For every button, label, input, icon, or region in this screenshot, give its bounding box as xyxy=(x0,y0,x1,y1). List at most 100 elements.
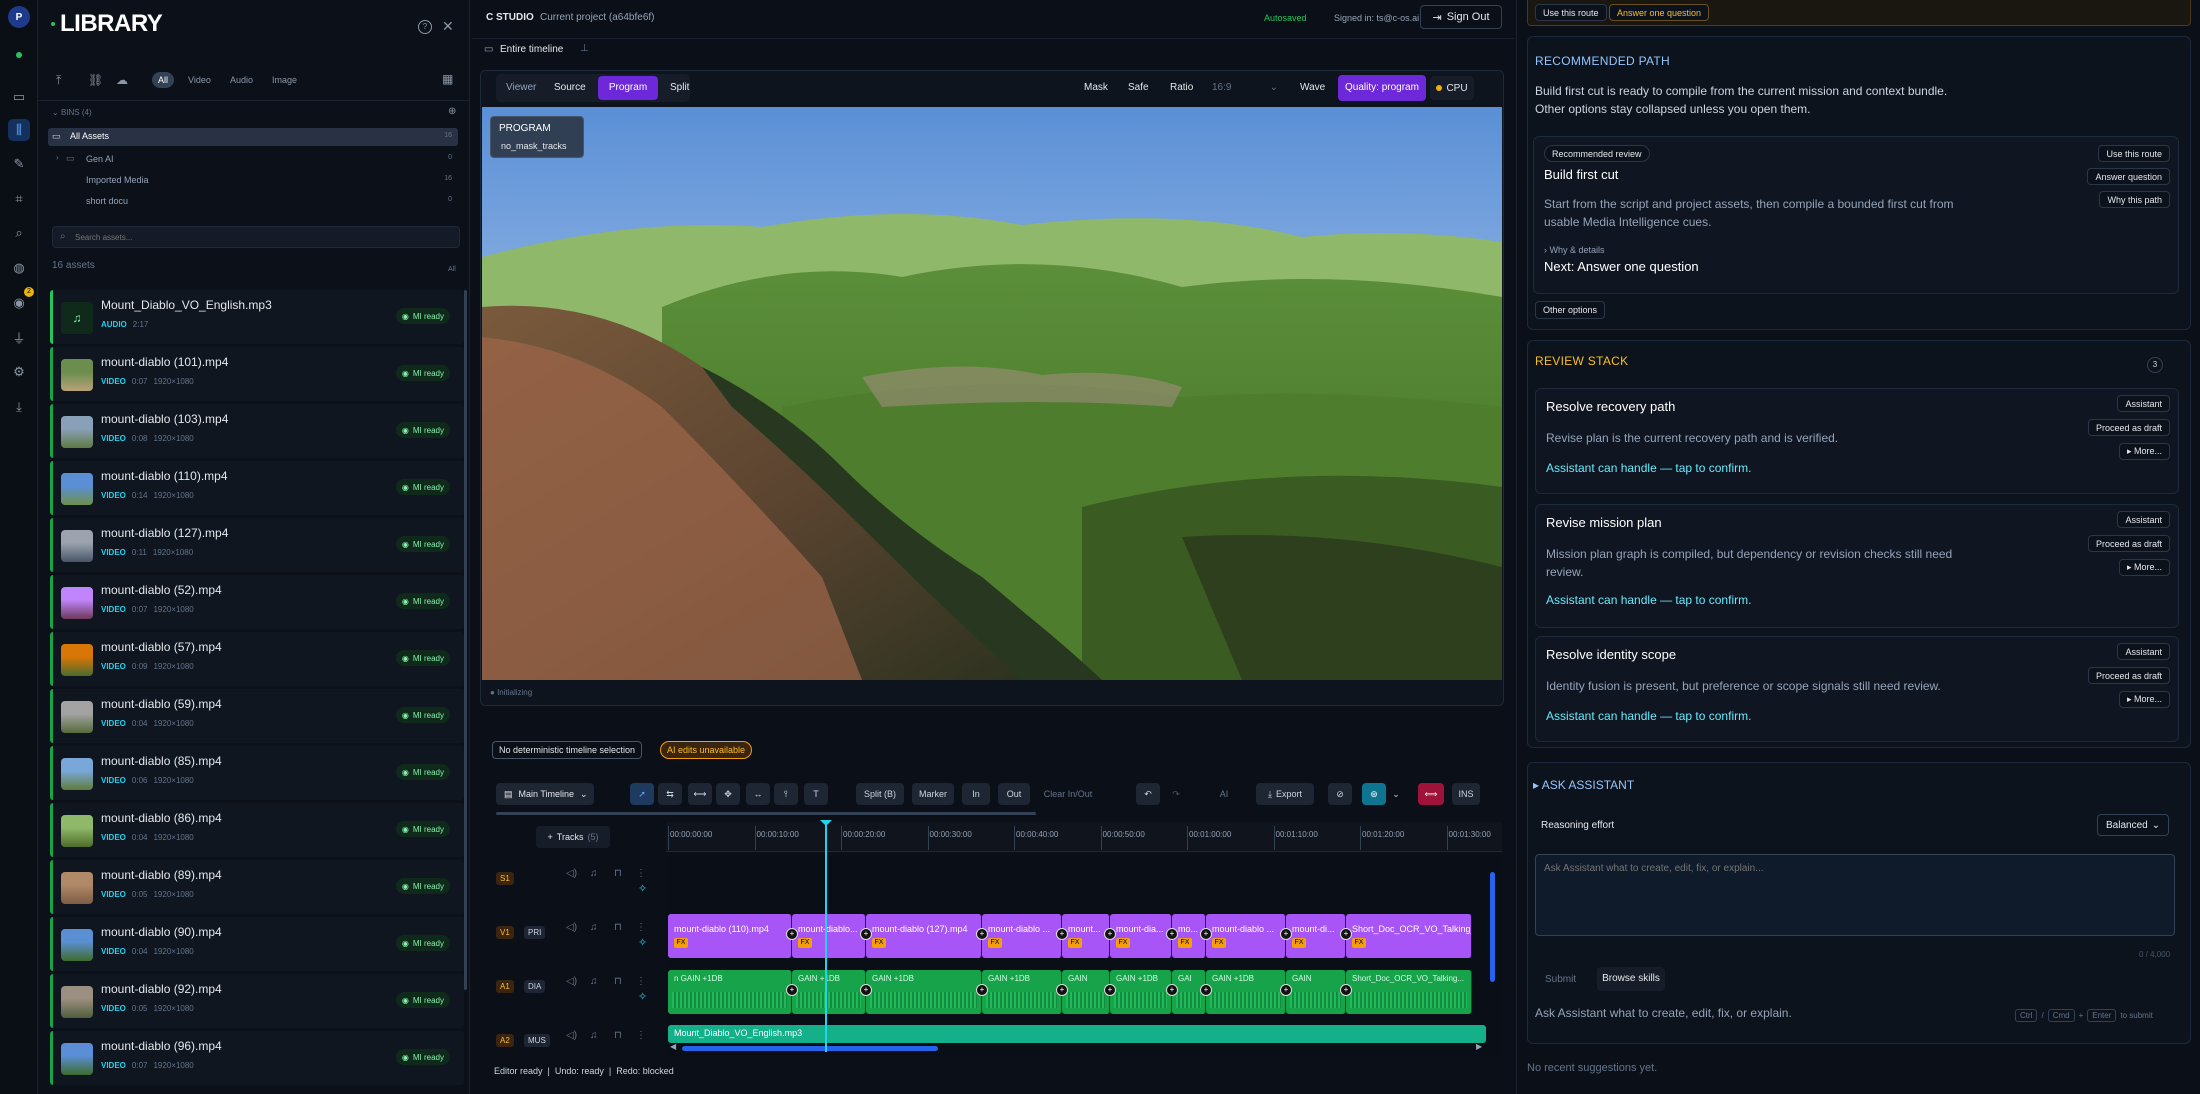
asset-item[interactable]: mount-diablo (92).mp4 VIDEO 0:05 1920×1080 ◉… xyxy=(50,974,464,1028)
use-route-button[interactable]: Use this route xyxy=(2098,145,2170,162)
speaker-icon[interactable]: ◁) xyxy=(566,1030,577,1041)
wave-button[interactable]: Wave xyxy=(1300,82,1325,93)
answer-question-top-button[interactable]: Answer one question xyxy=(1609,4,1710,21)
split-button[interactable]: Split (B) xyxy=(856,783,904,805)
asset-item[interactable]: mount-diablo (57).mp4 VIDEO 0:09 1920×1080 ◉… xyxy=(50,632,464,686)
review-action[interactable]: Assistant can handle — tap to confirm. xyxy=(1546,461,1751,475)
ask-input[interactable] xyxy=(1535,854,2175,936)
filter-audio[interactable]: Audio xyxy=(230,75,253,85)
proceed-draft-button[interactable]: Proceed as draft xyxy=(2087,667,2170,684)
video-clip[interactable]: mount-dia... FX xyxy=(1110,914,1172,958)
proceed-draft-button[interactable]: Proceed as draft xyxy=(2087,535,2170,552)
filter-video[interactable]: Video xyxy=(188,75,211,85)
program-monitor-image[interactable] xyxy=(482,107,1502,680)
transition-handle-icon[interactable]: + xyxy=(1056,984,1068,996)
tab-source[interactable]: Source xyxy=(554,82,586,93)
review-item[interactable]: Resolve identity scope Identity fusion is… xyxy=(1535,636,2179,742)
asset-item[interactable]: mount-diablo (110).mp4 VIDEO 0:14 1920×1080… xyxy=(50,461,464,515)
speaker-icon[interactable]: ◁) xyxy=(566,922,577,933)
select-tool-icon[interactable]: ➚ xyxy=(630,783,654,805)
more-button[interactable]: ▸ More... xyxy=(2118,443,2170,460)
audio-clip[interactable]: GAIN xyxy=(1286,970,1346,1014)
transition-handle-icon[interactable]: + xyxy=(976,984,988,996)
folder-icon[interactable]: ▭ xyxy=(8,86,30,108)
snap-icon[interactable]: ⊛ xyxy=(1362,783,1386,805)
magic-wand-icon[interactable]: ✎ xyxy=(8,153,30,175)
review-item[interactable]: Revise mission plan Mission plan graph is… xyxy=(1535,504,2179,628)
ripple-tool-icon[interactable]: ⇆ xyxy=(658,783,682,805)
speaker-icon[interactable]: ◁) xyxy=(566,976,577,987)
filter-all[interactable]: All xyxy=(152,72,175,88)
bin-all-assets[interactable]: ▭ All Assets 16 xyxy=(48,128,458,146)
lock-icon[interactable]: ⊓ xyxy=(614,1030,622,1041)
video-clip[interactable]: mount-di... FX xyxy=(1286,914,1346,958)
transition-handle-icon[interactable]: + xyxy=(860,928,872,940)
more-icon[interactable]: ⋮ xyxy=(636,976,646,987)
transition-handle-icon[interactable]: + xyxy=(1166,984,1178,996)
out-button[interactable]: Out xyxy=(998,783,1030,805)
transition-handle-icon[interactable]: + xyxy=(1200,928,1212,940)
main-timeline-select[interactable]: ▤ Main Timeline ⌄ xyxy=(496,783,594,805)
quality-button[interactable]: Quality: program xyxy=(1338,75,1426,101)
ratio-select[interactable]: 16:9 ⌄ xyxy=(1212,82,1278,93)
plug-icon[interactable]: ⏚ xyxy=(8,326,30,348)
review-action[interactable]: Assistant can handle — tap to confirm. xyxy=(1546,593,1751,607)
more-button[interactable]: ▸ More... xyxy=(2118,691,2170,708)
video-clip[interactable]: mount... FX xyxy=(1062,914,1110,958)
visibility-off-icon[interactable]: ⊘ xyxy=(1328,783,1352,805)
slip-tool-icon[interactable]: ↔ xyxy=(746,783,770,805)
library-icon[interactable]: ⫼ xyxy=(8,119,30,141)
more-icon[interactable]: ⋮ xyxy=(636,868,646,879)
export-button[interactable]: ⤓ Export xyxy=(1256,783,1314,805)
audio-clip[interactable]: GAIN +1DB xyxy=(1206,970,1286,1014)
recommended-card[interactable]: Recommended review Build first cut Start… xyxy=(1533,136,2179,294)
avatar[interactable]: P xyxy=(8,6,30,28)
tab-split[interactable]: Split xyxy=(670,82,689,93)
proceed-draft-button[interactable]: Proceed as draft xyxy=(2087,419,2170,436)
asset-item[interactable]: mount-diablo (96).mp4 VIDEO 0:07 1920×1080 ◉… xyxy=(50,1031,464,1085)
asset-item[interactable]: mount-diablo (90).mp4 VIDEO 0:04 1920×1080 ◉… xyxy=(50,917,464,971)
asset-item[interactable]: mount-diablo (127).mp4 VIDEO 0:11 1920×1080… xyxy=(50,518,464,572)
magic-icon[interactable]: ✧ xyxy=(638,882,647,895)
magic-icon[interactable]: ✧ xyxy=(638,936,647,949)
reasoning-select[interactable]: Balanced ⌄ xyxy=(2097,814,2169,836)
ai-button[interactable]: AI xyxy=(1212,783,1236,805)
transition-handle-icon[interactable]: + xyxy=(1280,984,1292,996)
speaker-icon[interactable]: ◁) xyxy=(566,868,577,879)
pin-icon[interactable]: ⊥ xyxy=(580,43,589,54)
music-note-icon[interactable]: ♫ xyxy=(590,868,598,879)
ratio-button[interactable]: Ratio xyxy=(1170,82,1193,93)
undo-icon[interactable]: ↶ xyxy=(1136,783,1160,805)
transition-handle-icon[interactable]: + xyxy=(1340,928,1352,940)
transition-handle-icon[interactable]: + xyxy=(1104,928,1116,940)
review-action[interactable]: Assistant can handle — tap to confirm. xyxy=(1546,709,1751,723)
transition-handle-icon[interactable]: + xyxy=(1056,928,1068,940)
audio-clip[interactable]: Short_Doc_OCR_VO_Talking... xyxy=(1346,970,1472,1014)
lock-icon[interactable]: ⊓ xyxy=(614,976,622,987)
scroll-left-icon[interactable]: ◀ xyxy=(670,1042,676,1051)
playhead[interactable] xyxy=(825,822,827,1052)
asset-item[interactable]: mount-diablo (86).mp4 VIDEO 0:04 1920×1080 ◉… xyxy=(50,803,464,857)
vertical-scrollbar[interactable] xyxy=(1490,872,1495,982)
browse-skills-button[interactable]: Browse skills xyxy=(1597,967,1665,991)
why-details-toggle[interactable]: › Why & details xyxy=(1544,245,1605,255)
video-clip[interactable]: mount-diablo ... FX xyxy=(1206,914,1286,958)
tab-entire-timeline[interactable]: Entire timeline xyxy=(500,44,563,55)
search-icon[interactable]: ⌕ xyxy=(8,222,30,244)
new-bin-icon[interactable]: ⊕ xyxy=(448,106,456,117)
insert-mode-button[interactable]: INS xyxy=(1452,783,1480,805)
music-clip[interactable]: Mount_Diablo_VO_English.mp3 xyxy=(668,1025,1486,1043)
sort-label[interactable]: All xyxy=(448,266,456,273)
clear-in-out-button[interactable]: Clear In/Out xyxy=(1038,783,1098,805)
asset-item[interactable]: mount-diablo (85).mp4 VIDEO 0:06 1920×1080 ◉… xyxy=(50,746,464,800)
sign-out-button[interactable]: ⇥ Sign Out xyxy=(1420,5,1502,29)
lock-icon[interactable]: ⊓ xyxy=(614,868,622,879)
magic-icon[interactable]: ✧ xyxy=(638,990,647,1003)
asset-item[interactable]: mount-diablo (103).mp4 VIDEO 0:08 1920×1080… xyxy=(50,404,464,458)
transition-handle-icon[interactable]: + xyxy=(1166,928,1178,940)
more-button[interactable]: ▸ More... xyxy=(2118,559,2170,576)
redo-icon[interactable]: ↷ xyxy=(1164,783,1188,805)
mask-button[interactable]: Mask xyxy=(1084,82,1108,93)
transition-handle-icon[interactable]: + xyxy=(1200,984,1212,996)
bin-gen-ai[interactable]: › ▭ Gen AI 0 xyxy=(48,150,458,168)
